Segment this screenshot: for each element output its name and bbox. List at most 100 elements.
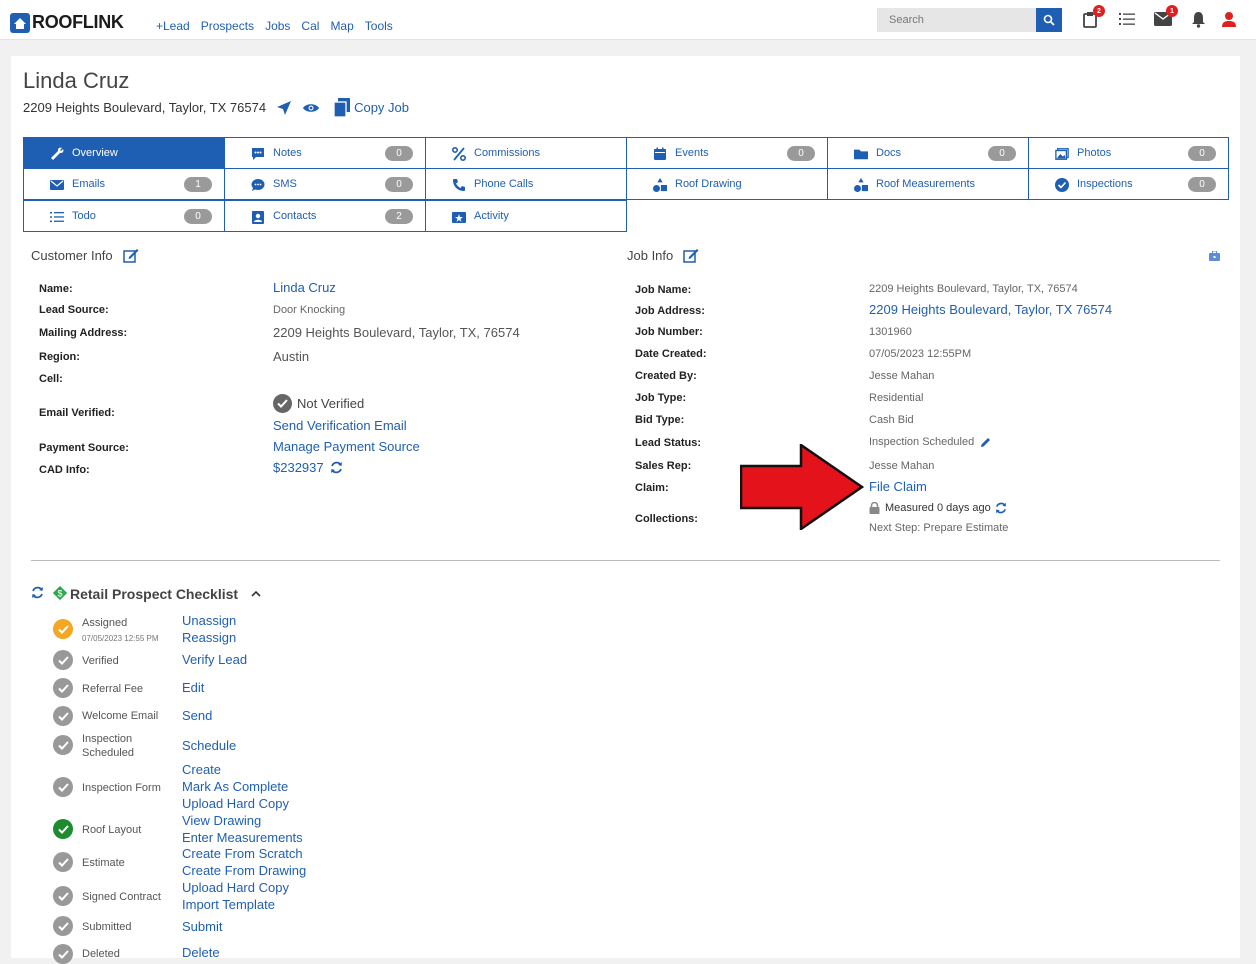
edit-referral-link[interactable]: Edit	[182, 680, 204, 695]
edit-icon[interactable]	[683, 248, 699, 263]
cad-info-link[interactable]: $232937	[273, 460, 324, 475]
mail-badge: 1	[1166, 5, 1178, 17]
mark-complete-link[interactable]: Mark As Complete	[182, 779, 288, 794]
region-value: Austin	[273, 349, 310, 364]
tab-count-badge: 0	[988, 146, 1016, 161]
rooflink-logo[interactable]: ROOFLINK	[10, 12, 124, 33]
pencil-icon[interactable]	[980, 437, 991, 448]
eye-icon[interactable]	[302, 102, 320, 114]
tab-docs[interactable]: Docs 0	[827, 137, 1029, 169]
tab-contacts[interactable]: Contacts 2	[224, 200, 426, 232]
job-name-value: 2209 Heights Boulevard, Taylor, TX, 7657…	[869, 283, 1078, 295]
checklist-item-label: Verified	[82, 655, 119, 667]
upload-hard-copy-link[interactable]: Upload Hard Copy	[182, 796, 289, 811]
tab-sms[interactable]: SMS 0	[224, 168, 426, 200]
nav-new-lead[interactable]: +Lead	[156, 19, 190, 33]
tab-photos[interactable]: Photos 0	[1028, 137, 1229, 169]
create-from-drawing-link[interactable]: Create From Drawing	[182, 863, 306, 878]
lead-status-value: Inspection Scheduled	[869, 436, 975, 448]
view-drawing-link[interactable]: View Drawing	[182, 813, 261, 828]
send-verification-email-link[interactable]: Send Verification Email	[273, 418, 407, 433]
copy-job-link[interactable]: Copy Job	[354, 100, 409, 115]
tab-label: Contacts	[273, 210, 317, 222]
upload-contract-link[interactable]: Upload Hard Copy	[182, 880, 289, 895]
search-input[interactable]	[877, 8, 1037, 32]
tab-emails[interactable]: Emails 1	[23, 168, 225, 200]
nav-jobs[interactable]: Jobs	[265, 19, 290, 33]
checklist-item-label: Welcome Email	[82, 710, 159, 722]
user-menu-button[interactable]	[1220, 10, 1238, 28]
refresh-icon[interactable]	[330, 461, 343, 474]
customer-name-link[interactable]: Linda Cruz	[273, 280, 336, 295]
notifications-button[interactable]	[1189, 10, 1207, 28]
mail-button[interactable]: 1	[1154, 5, 1178, 28]
checklist-item-label: Roof Layout	[82, 824, 142, 836]
nav-map[interactable]: Map	[330, 19, 353, 33]
tab-todo[interactable]: Todo 0	[23, 200, 225, 232]
import-template-link[interactable]: Import Template	[182, 897, 275, 912]
tab-notes[interactable]: Notes 0	[224, 137, 426, 169]
manage-payment-source-link[interactable]: Manage Payment Source	[273, 439, 420, 454]
status-gray-check-icon	[53, 777, 73, 797]
nav-tools[interactable]: Tools	[365, 19, 393, 33]
enter-measurements-link[interactable]: Enter Measurements	[182, 830, 303, 845]
nav-cal[interactable]: Cal	[301, 19, 319, 33]
tab-roof-measurements[interactable]: Roof Measurements	[827, 168, 1029, 200]
edit-icon[interactable]	[122, 248, 139, 263]
job-address-link[interactable]: 2209 Heights Boulevard, Taylor, TX 76574	[869, 302, 1112, 317]
email-verified-label: Email Verified:	[39, 407, 115, 419]
status-gray-check-icon	[53, 650, 73, 670]
activity-icon	[452, 212, 466, 223]
cad-info-row: $232937	[273, 460, 343, 475]
tab-activity[interactable]: Activity	[425, 200, 627, 232]
calendar-icon	[654, 147, 666, 160]
sales-rep-value: Jesse Mahan	[869, 460, 935, 472]
photos-icon	[1055, 148, 1069, 160]
tab-label: Roof Measurements	[876, 178, 976, 190]
tab-commissions[interactable]: Commissions	[425, 137, 627, 169]
checklist-title: Retail Prospect Checklist	[70, 586, 239, 602]
schedule-link[interactable]: Schedule	[182, 738, 236, 753]
logo-text: ROOFLINK	[32, 12, 124, 32]
check-circle-icon	[1055, 178, 1069, 192]
list-button[interactable]	[1118, 10, 1136, 28]
customer-info-heading: Customer Info	[31, 248, 113, 263]
lead-status-label: Lead Status:	[635, 437, 702, 449]
submit-link[interactable]: Submit	[182, 919, 222, 934]
job-info-heading: Job Info	[627, 248, 674, 263]
refresh-icon[interactable]	[31, 586, 44, 599]
tab-count-badge: 0	[385, 177, 413, 192]
unassign-link[interactable]: Unassign	[182, 613, 236, 628]
search-button[interactable]	[1036, 8, 1062, 32]
job-card: Linda Cruz 2209 Heights Boulevard, Taylo…	[11, 56, 1240, 964]
house-icon	[10, 12, 30, 33]
file-claim-link[interactable]: File Claim	[869, 479, 927, 494]
verify-lead-link[interactable]: Verify Lead	[182, 652, 247, 667]
tab-phone-calls[interactable]: Phone Calls	[425, 168, 627, 200]
region-label: Region:	[39, 351, 80, 363]
tab-events[interactable]: Events 0	[626, 137, 828, 169]
status-gray-check-icon	[53, 916, 73, 936]
sales-rep-label: Sales Rep:	[635, 460, 692, 472]
navigate-icon[interactable]	[276, 100, 292, 116]
status-gray-check-icon	[53, 678, 73, 698]
create-from-scratch-link[interactable]: Create From Scratch	[182, 846, 303, 861]
tab-roof-drawing[interactable]: Roof Drawing	[626, 168, 828, 200]
tab-inspections[interactable]: Inspections 0	[1028, 168, 1229, 200]
refresh-icon[interactable]	[995, 502, 1007, 514]
chevron-up-icon[interactable]	[251, 590, 261, 597]
cart-button[interactable]: 2	[1081, 5, 1105, 28]
checklist-item-date: 07/05/2023 12:55 PM	[82, 634, 159, 643]
tab-count-badge: 0	[184, 209, 212, 224]
tab-label: Todo	[72, 210, 96, 222]
send-welcome-email-link[interactable]: Send	[182, 708, 212, 723]
briefcase-icon[interactable]	[1209, 251, 1220, 261]
create-inspection-form-link[interactable]: Create	[182, 762, 221, 777]
tab-label: Roof Drawing	[675, 178, 742, 190]
copy-icon[interactable]	[334, 98, 351, 117]
tab-overview[interactable]: Overview	[23, 137, 225, 169]
reassign-link[interactable]: Reassign	[182, 630, 236, 645]
nav-prospects[interactable]: Prospects	[201, 19, 254, 33]
checklist-item-label: Signed Contract	[82, 891, 161, 903]
search-icon	[1043, 14, 1055, 26]
